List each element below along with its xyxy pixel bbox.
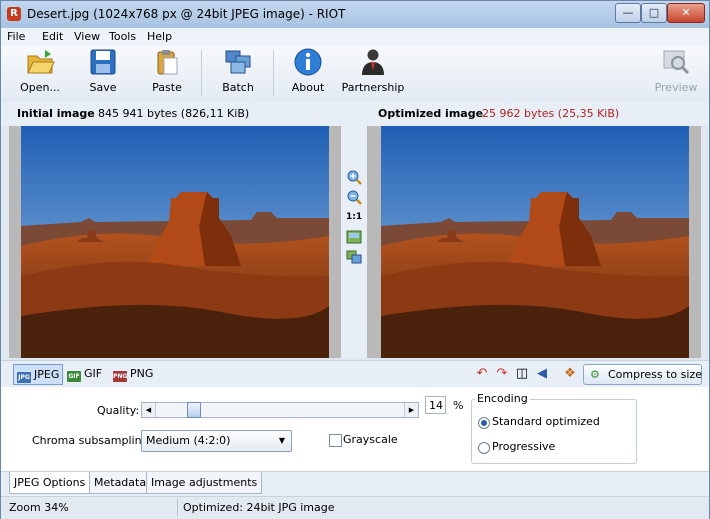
- slider-left-arrow-icon[interactable]: ◀: [142, 403, 156, 417]
- progressive-label: Progressive: [492, 440, 556, 453]
- optimized-image-panel[interactable]: [367, 126, 701, 358]
- partnership-label: Partnership: [341, 81, 405, 94]
- initial-image: [21, 126, 329, 358]
- grayscale-label: Grayscale: [343, 433, 398, 446]
- quality-label: Quality:: [97, 404, 140, 417]
- rotate-left-icon[interactable]: ↶: [475, 367, 489, 381]
- partnership-button[interactable]: Partnership: [341, 48, 405, 98]
- save-label: Save: [89, 81, 117, 94]
- person-icon: [362, 49, 384, 75]
- window-title: Desert.jpg (1024x768 px @ 24bit JPEG ima…: [27, 7, 346, 21]
- preview-label: Preview: [654, 81, 698, 94]
- menu-view[interactable]: View: [74, 30, 100, 43]
- rotate-right-icon[interactable]: ↷: [495, 367, 509, 381]
- app-icon: R: [7, 7, 21, 21]
- about-button[interactable]: About: [285, 48, 331, 98]
- progressive-radio[interactable]: [478, 442, 490, 454]
- optimized-image-size: 25 962 bytes (25,35 KiB): [482, 107, 620, 120]
- floppy-disk-icon: [90, 49, 116, 75]
- paste-label: Paste: [152, 81, 182, 94]
- grayscale-checkbox[interactable]: [329, 434, 342, 447]
- toolbar-separator: [273, 50, 274, 96]
- open-button[interactable]: Open...: [15, 48, 65, 98]
- compress-label: Compress to size: [608, 368, 702, 381]
- paste-button[interactable]: Paste: [145, 48, 189, 98]
- compress-to-size-button[interactable]: ⚙ Compress to size: [583, 364, 702, 385]
- image-info-status: Optimized: 24bit JPG image: [183, 501, 335, 514]
- toolbar: Open... Save Paste Batch About Partnersh…: [1, 46, 709, 103]
- menu-file[interactable]: File: [7, 30, 25, 43]
- format-tab-bar: JPG JPEG GIF GIF PNG PNG ↶ ↷ ◫ ◀ ❖ ⚙ Compres…: [1, 360, 709, 388]
- tab-image-adjustments[interactable]: Image adjustments: [146, 472, 263, 494]
- initial-image-panel[interactable]: [9, 126, 341, 358]
- maximize-button[interactable]: □: [641, 3, 667, 23]
- tab-png[interactable]: PNG PNG: [113, 364, 153, 383]
- about-label: About: [291, 81, 325, 94]
- compress-icon: ⚙: [590, 368, 600, 381]
- flip-horizontal-icon[interactable]: ◫: [515, 367, 529, 381]
- minimize-button[interactable]: —: [615, 3, 641, 23]
- quality-input[interactable]: 14: [425, 396, 446, 414]
- chevron-down-icon: ▼: [278, 436, 285, 445]
- folder-open-icon: [27, 50, 55, 74]
- toolbar-separator: [201, 50, 202, 96]
- tab-gif-label: GIF: [84, 367, 103, 380]
- menu-edit[interactable]: Edit: [42, 30, 63, 43]
- app-window: R Desert.jpg (1024x768 px @ 24bit JPEG i…: [0, 0, 710, 519]
- standard-optimized-radio[interactable]: [478, 417, 490, 429]
- zoom-tools: 1:1: [341, 126, 367, 358]
- compare-images-icon[interactable]: [346, 249, 362, 265]
- menu-tools[interactable]: Tools: [109, 30, 136, 43]
- standard-optimized-label: Standard optimized: [492, 415, 600, 428]
- optimized-image-label: Optimized image: [378, 107, 484, 120]
- clipboard-icon: [157, 50, 178, 75]
- slider-right-arrow-icon[interactable]: ▶: [404, 403, 418, 417]
- info-icon: [294, 48, 322, 76]
- encoding-group: [471, 399, 637, 464]
- tab-gif[interactable]: GIF GIF: [67, 364, 102, 383]
- chroma-subsampling-label: Chroma subsampling:: [32, 434, 153, 447]
- close-button[interactable]: ✕: [667, 3, 705, 23]
- jpeg-icon: JPG: [17, 372, 31, 383]
- menu-bar: File Edit View Tools Help: [1, 28, 709, 46]
- chroma-subsampling-value: Medium (4:2:0): [146, 434, 231, 447]
- actual-size-button[interactable]: 1:1: [346, 209, 362, 225]
- quality-unit: %: [453, 399, 464, 412]
- preview-button[interactable]: Preview: [653, 48, 699, 98]
- tab-metadata[interactable]: Metadata: [89, 472, 152, 494]
- gif-icon: GIF: [67, 371, 81, 382]
- quality-slider[interactable]: ◀ ▶: [141, 402, 419, 418]
- zoom-out-icon[interactable]: [346, 189, 362, 205]
- tab-jpeg-options[interactable]: JPEG Options: [9, 472, 91, 494]
- image-headers: Initial image 845 941 bytes (826,11 KiB)…: [1, 102, 709, 126]
- open-label: Open...: [20, 81, 60, 94]
- status-separator: [177, 499, 178, 516]
- magnifier-icon: [663, 50, 690, 75]
- fit-image-icon[interactable]: [346, 229, 362, 245]
- tab-jpeg[interactable]: JPG JPEG: [13, 364, 64, 385]
- encoding-title: Encoding: [475, 392, 530, 405]
- tab-png-label: PNG: [130, 367, 154, 380]
- resize-icon[interactable]: ❖: [563, 367, 577, 381]
- initial-image-size: 845 941 bytes (826,11 KiB): [98, 107, 250, 120]
- png-icon: PNG: [113, 371, 128, 382]
- batch-button[interactable]: Batch: [215, 48, 261, 98]
- save-button[interactable]: Save: [81, 48, 125, 98]
- jpeg-options-panel: Quality: ◀ ▶ 14 % Chroma subsampling: Me…: [1, 387, 709, 471]
- slider-thumb[interactable]: [187, 402, 201, 418]
- options-tab-bar: JPEG Options Metadata Image adjustments: [1, 471, 709, 496]
- chroma-subsampling-select[interactable]: Medium (4:2:0) ▼: [141, 430, 292, 452]
- batch-images-icon: [225, 50, 251, 74]
- zoom-status: Zoom 34%: [9, 501, 69, 514]
- initial-image-label: Initial image: [17, 107, 95, 120]
- menu-help[interactable]: Help: [147, 30, 172, 43]
- zoom-in-icon[interactable]: [346, 169, 362, 185]
- tab-jpeg-label: JPEG: [34, 368, 60, 381]
- status-bar: Zoom 34% Optimized: 24bit JPG image: [1, 496, 709, 519]
- flip-vertical-icon[interactable]: ◀: [535, 367, 549, 381]
- title-bar: R Desert.jpg (1024x768 px @ 24bit JPEG i…: [1, 1, 709, 28]
- optimized-image: [381, 126, 689, 358]
- batch-label: Batch: [222, 81, 254, 94]
